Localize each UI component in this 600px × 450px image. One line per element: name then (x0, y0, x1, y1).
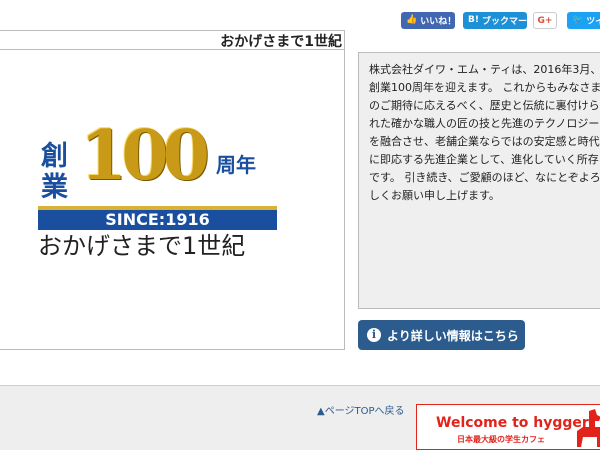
description-box: 株式会社ダイワ・エム・ティは、2016年3月、創業100周年を迎えます。 これか… (358, 52, 600, 309)
twitter-bird-icon: 🐦 (572, 15, 584, 25)
google-plus-label: G+ (537, 15, 553, 26)
facebook-like-label: いいね！ (420, 17, 455, 27)
logo-since-band: SINCE:1916 (38, 206, 277, 230)
facebook-like-button[interactable]: 👍 いいね！ (401, 12, 455, 29)
dala-horse-icon (577, 409, 600, 447)
logo-kanji-so: 創 (41, 141, 68, 172)
hygger-banner[interactable]: Welcome to hygger 日本最大級の学生カフェ (416, 404, 600, 450)
twitter-tweet-button[interactable]: 🐦 ツイ (567, 12, 600, 29)
logo-anniversary-suffix: 周年 (216, 153, 256, 177)
social-share-bar: 👍 いいね！ B! ブックマーク G+ 🐦 ツイ (0, 12, 600, 30)
logo-hundred: 100 (80, 116, 210, 196)
page-title: おかげさまで1世紀 (220, 34, 342, 50)
back-to-top-link[interactable]: ▲ページTOPへ戻る (317, 402, 405, 417)
logo-kanji-gyo: 業 (41, 172, 68, 203)
banner-subtitle: 日本最大級の学生カフェ (457, 435, 545, 444)
logo-tagline: おかげさまで1世紀 (38, 232, 246, 260)
google-plus-button[interactable]: G+ (533, 12, 557, 29)
image-panel-header: おかげさまで1世紀 (0, 30, 345, 50)
hatena-bookmark-button[interactable]: B! ブックマーク (463, 12, 527, 29)
thumbs-up-icon: 👍 (406, 15, 418, 25)
description-text: 株式会社ダイワ・エム・ティは、2016年3月、創業100周年を迎えます。 これか… (369, 63, 600, 202)
twitter-tweet-label: ツイ (586, 17, 600, 27)
banner-title: Welcome to hygger (436, 415, 589, 431)
more-info-label: より詳しい情報はこちら (387, 328, 519, 343)
hatena-bookmark-label: ブックマーク (481, 17, 527, 27)
anniversary-logo: 創 業 100 周年 SINCE:1916 おかげさまで1世紀 (38, 116, 278, 265)
info-icon: i (367, 328, 381, 342)
more-info-button[interactable]: i より詳しい情報はこちら (358, 320, 525, 350)
hatena-icon: B! (468, 15, 479, 25)
